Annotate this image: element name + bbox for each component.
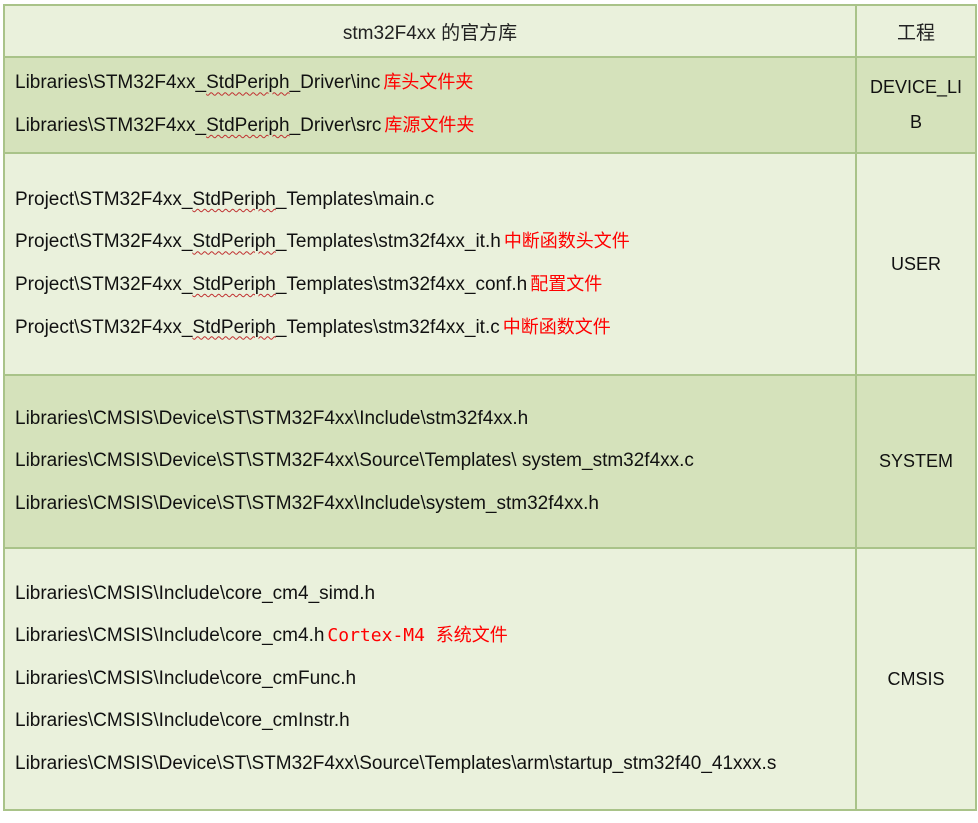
project-cell-user: USER [855,152,977,376]
file-line: Libraries\STM32F4xx_StdPeriph_Driver\inc… [15,62,855,105]
file-note: 中断函数头文件 [503,231,630,253]
file-line: Project\STM32F4xx_StdPeriph_Templates\ma… [15,179,855,222]
file-path: Libraries\CMSIS\Include\core_cm4_simd.h [15,582,376,604]
spellcheck-underline: StdPeriph [192,316,276,338]
group-row-system: Libraries\CMSIS\Device\ST\STM32F4xx\Incl… [3,374,977,549]
file-note: 配置文件 [530,274,603,295]
group-row-device-lib: Libraries\STM32F4xx_StdPeriph_Driver\inc… [3,56,977,154]
file-line: Project\STM32F4xx_StdPeriph_Templates\st… [15,264,855,307]
file-path: Project\STM32F4xx_StdPeriph_Templates\st… [15,316,500,338]
file-line: Libraries\CMSIS\Device\ST\STM32F4xx\Sour… [15,440,855,483]
file-list-cell: Libraries\STM32F4xx_StdPeriph_Driver\inc… [3,56,857,154]
file-path: Libraries\CMSIS\Device\ST\STM32F4xx\Incl… [15,492,599,514]
project-cell-system: SYSTEM [855,374,977,549]
file-line: Libraries\CMSIS\Include\core_cm4.h Cortex… [15,615,855,658]
file-line: Libraries\CMSIS\Include\core_cmFunc.h [15,658,855,701]
spellcheck-underline: StdPeriph [206,115,290,136]
group-row-cmsis: Libraries\CMSIS\Include\core_cm4_simd.h … [3,547,977,811]
file-list-cell: Libraries\CMSIS\Device\ST\STM32F4xx\Incl… [3,374,857,549]
file-list-cell: Project\STM32F4xx_StdPeriph_Templates\ma… [3,152,857,376]
file-line: Libraries\CMSIS\Device\ST\STM32F4xx\Incl… [15,398,855,441]
library-table: stm32F4xx 的官方库 工程 Libraries\STM32F4xx_St… [3,4,977,811]
file-note: 库头文件夹 [383,72,474,94]
file-path: Project\STM32F4xx_StdPeriph_Templates\st… [15,231,501,253]
spellcheck-underline: StdPeriph [192,274,276,295]
file-path: Project\STM32F4xx_StdPeriph_Templates\ma… [15,188,435,210]
file-path: Libraries\STM32F4xx_StdPeriph_Driver\inc [15,72,381,94]
spellcheck-underline: StdPeriph [192,188,276,210]
file-line: Libraries\CMSIS\Include\core_cmInstr.h [15,700,855,743]
file-line: Libraries\STM32F4xx_StdPeriph_Driver\src… [15,105,855,148]
file-line: Libraries\CMSIS\Device\ST\STM32F4xx\Incl… [15,483,855,526]
file-path: Libraries\CMSIS\Include\core_cmFunc.h [15,667,357,689]
file-path: Libraries\CMSIS\Device\ST\STM32F4xx\Incl… [15,407,529,429]
file-line: Libraries\CMSIS\Device\ST\STM32F4xx\Sour… [15,743,855,786]
header-library-cell: stm32F4xx 的官方库 [3,4,857,58]
file-note: 库源文件夹 [384,115,475,136]
project-cell-cmsis: CMSIS [855,547,977,811]
header-project-cell: 工程 [855,4,977,58]
spellcheck-underline: StdPeriph [192,231,276,253]
file-path: Project\STM32F4xx_StdPeriph_Templates\st… [15,274,528,295]
group-row-user: Project\STM32F4xx_StdPeriph_Templates\ma… [3,152,977,376]
file-path: Libraries\STM32F4xx_StdPeriph_Driver\src [15,115,382,136]
file-note: 中断函数文件 [502,316,611,338]
file-list-cell: Libraries\CMSIS\Include\core_cm4_simd.h … [3,547,857,811]
file-path: Libraries\CMSIS\Device\ST\STM32F4xx\Sour… [15,752,777,774]
file-path: Libraries\CMSIS\Device\ST\STM32F4xx\Sour… [15,450,694,472]
project-name-part: DEVICE_LI [869,77,963,97]
file-line: Libraries\CMSIS\Include\core_cm4_simd.h [15,573,855,616]
file-path: Libraries\CMSIS\Include\core_cm4.h [15,625,325,647]
file-line: Project\STM32F4xx_StdPeriph_Templates\st… [15,221,855,264]
project-cell-device-lib: DEVICE_LI B [855,56,977,154]
project-name-part: B [909,112,922,132]
file-path: Libraries\CMSIS\Include\core_cmInstr.h [15,710,350,732]
file-note: Cortex-M4 系统文件 [327,625,508,647]
table-header-row: stm32F4xx 的官方库 工程 [3,4,977,58]
spellcheck-underline: StdPeriph [206,72,290,94]
file-line: Project\STM32F4xx_StdPeriph_Templates\st… [15,307,855,350]
